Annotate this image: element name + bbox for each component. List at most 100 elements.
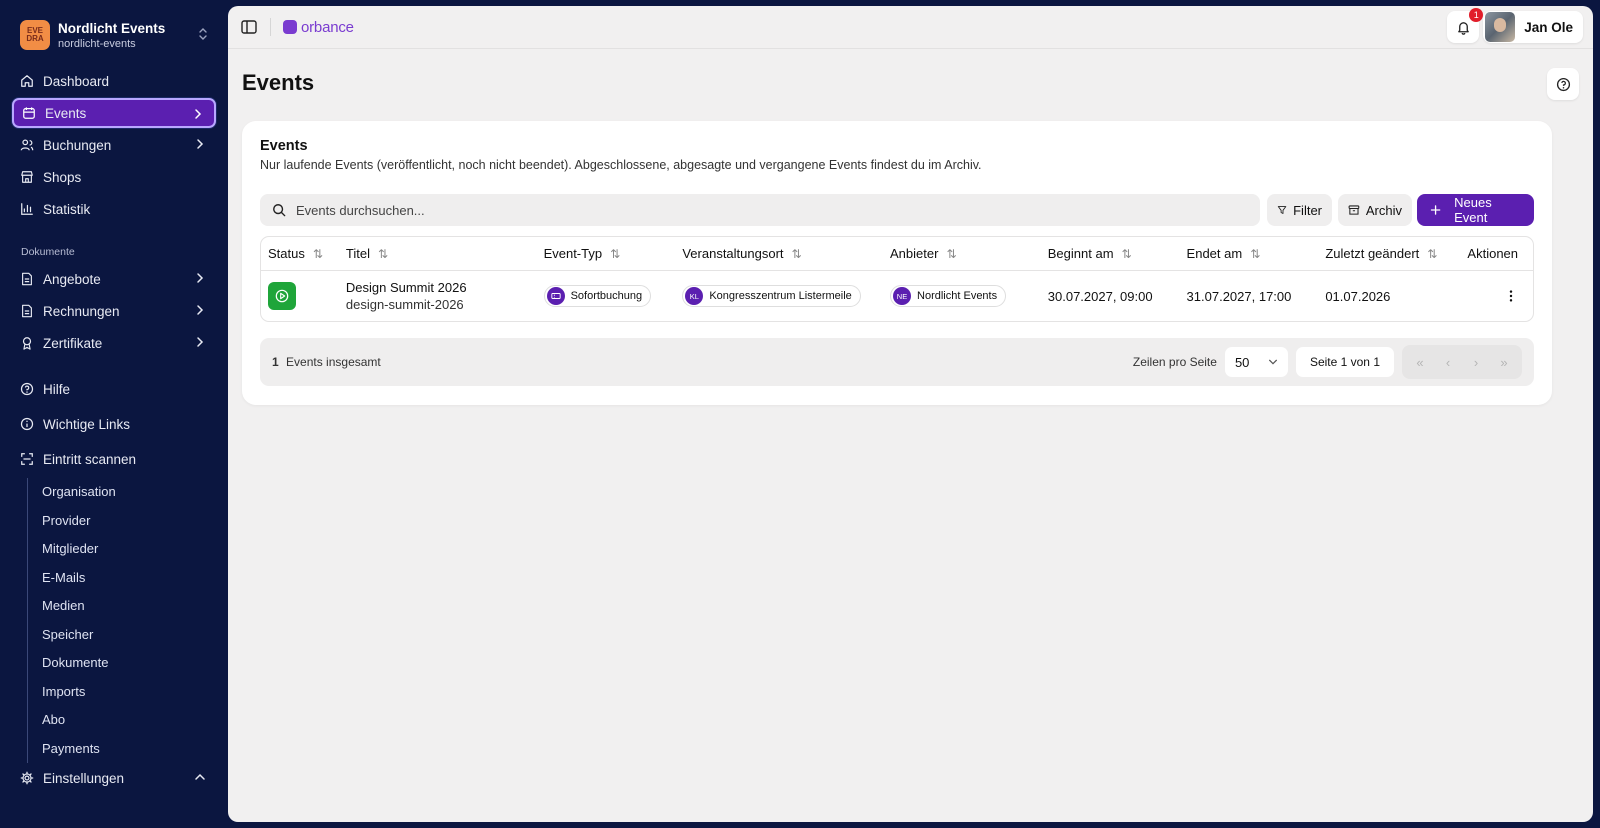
table-row[interactable]: Design Summit 2026 design-summit-2026 So…	[261, 271, 1533, 321]
subnav-item-emails[interactable]: E-Mails	[42, 564, 216, 593]
sort-icon: ⇅	[946, 246, 957, 261]
rows-per-page-value: 50	[1234, 354, 1250, 370]
plus-icon	[1430, 205, 1441, 215]
brand-mark-icon	[283, 20, 297, 34]
event-slug: design-summit-2026	[345, 297, 464, 312]
sidebar-item-statistik[interactable]: Statistik	[12, 194, 216, 224]
store-icon	[20, 170, 34, 184]
sidebar-item-zertifikate[interactable]: Zertifikate	[12, 328, 216, 358]
sidebar-item-einstellungen[interactable]: Einstellungen	[12, 763, 216, 793]
sidebar: EVE DRA Nordlicht Events nordlicht-events…	[0, 0, 228, 828]
sidebar-item-shops[interactable]: Shops	[12, 162, 216, 192]
column-header-provider[interactable]: Anbieter ⇅	[883, 246, 1041, 261]
event-title[interactable]: Design Summit 2026	[346, 280, 467, 295]
filter-label: Filter	[1293, 202, 1322, 218]
events-table: Status ⇅ Titel ⇅ Event-Typ ⇅ Veranstaltungs…	[260, 236, 1534, 322]
section-label-documents: Dokumente	[21, 246, 75, 258]
column-header-start[interactable]: Beginnt am ⇅	[1041, 246, 1180, 261]
notifications-button[interactable]: 1	[1447, 8, 1484, 43]
archive-button[interactable]: Archiv	[1338, 194, 1412, 226]
sidebar-item-events[interactable]: Events	[12, 98, 216, 128]
sidebar-item-eintritt-scannen[interactable]: Eintritt scannen	[12, 444, 216, 474]
provider-label: Nordlicht Events	[917, 290, 998, 302]
subnav-item-medien[interactable]: Medien	[42, 592, 216, 621]
sidebar-item-label: Dashboard	[43, 73, 110, 89]
subnav-item-mitglieder[interactable]: Mitglieder	[42, 535, 216, 564]
column-header-status[interactable]: Status ⇅	[261, 246, 339, 261]
table-header: Status ⇅ Titel ⇅ Event-Typ ⇅ Veranstaltungs…	[261, 237, 1533, 271]
chevron-right-icon	[197, 273, 204, 283]
column-header-end[interactable]: Endet am ⇅	[1180, 246, 1319, 261]
settings-subnav: Organisation Provider Mitglieder E-Mails…	[27, 478, 216, 763]
new-event-button[interactable]: Neues Event	[1417, 194, 1534, 226]
chevron-right-icon	[197, 305, 204, 315]
subnav-item-imports[interactable]: Imports	[42, 678, 216, 707]
play-icon	[275, 289, 289, 303]
pagination: « ‹ › »	[1402, 345, 1522, 379]
divider	[270, 18, 271, 36]
page-info: Seite 1 von 1	[1295, 347, 1394, 377]
last-page-icon[interactable]: »	[1494, 355, 1514, 370]
subnav-item-speicher[interactable]: Speicher	[42, 621, 216, 650]
prev-page-icon[interactable]: ‹	[1438, 355, 1458, 370]
org-slug: nordlicht-events	[58, 37, 136, 50]
sidebar-item-rechnungen[interactable]: Rechnungen	[12, 296, 216, 326]
help-button[interactable]	[1547, 68, 1579, 100]
user-menu[interactable]: Jan Ole	[1483, 11, 1583, 43]
card-title: Events	[260, 138, 308, 154]
more-vertical-icon[interactable]	[1504, 289, 1518, 303]
sidebar-item-angebote[interactable]: Angebote	[12, 264, 216, 294]
sidebar-item-wichtige-links[interactable]: Wichtige Links	[12, 409, 216, 439]
notification-badge: 1	[1469, 8, 1484, 22]
sort-icon: ⇅	[1121, 246, 1132, 261]
sort-icon: ⇅	[377, 246, 389, 261]
first-page-icon[interactable]: «	[1410, 355, 1430, 370]
avatar	[1485, 12, 1516, 42]
sort-icon: ⇅	[312, 246, 323, 261]
column-label: Status	[268, 246, 305, 261]
help-circle-icon	[20, 382, 34, 396]
gear-icon	[20, 771, 34, 785]
column-header-modified[interactable]: Zuletzt geändert ⇅	[1318, 246, 1460, 261]
venue-badge[interactable]: KL Kongresszentrum Listermeile	[682, 285, 861, 307]
chevron-right-icon	[197, 337, 204, 347]
archive-label: Archiv	[1365, 202, 1402, 218]
main-panel: orbance 1 Jan Ole Events Events Nur lauf…	[228, 6, 1593, 822]
filter-button[interactable]: Filter	[1267, 194, 1332, 226]
subnav-item-provider[interactable]: Provider	[42, 507, 216, 536]
sidebar-item-label: Events	[45, 105, 87, 121]
next-page-icon[interactable]: ›	[1466, 355, 1486, 370]
column-header-title[interactable]: Titel ⇅	[339, 246, 537, 261]
subnav-item-abo[interactable]: Abo	[42, 706, 216, 735]
column-header-venue[interactable]: Veranstaltungsort ⇅	[675, 246, 883, 261]
sidebar-item-label: Buchungen	[43, 137, 112, 153]
sidebar-item-label: Hilfe	[43, 381, 71, 397]
venue-label: Kongresszentrum Listermeile	[709, 290, 852, 302]
award-icon	[20, 336, 34, 350]
sidebar-toggle-icon[interactable]	[240, 18, 258, 36]
subnav-item-organisation[interactable]: Organisation	[42, 478, 216, 507]
modified-date: 01.07.2026	[1325, 288, 1391, 304]
subnav-item-payments[interactable]: Payments	[42, 735, 216, 764]
users-icon	[20, 138, 34, 152]
brand-logo[interactable]: orbance	[283, 19, 354, 36]
bell-icon	[1457, 21, 1469, 35]
event-type-badge: Sofortbuchung	[543, 285, 652, 307]
subnav-item-dokumente[interactable]: Dokumente	[42, 649, 216, 678]
org-switcher[interactable]: EVE DRA Nordlicht Events nordlicht-events	[20, 18, 216, 52]
column-label: Anbieter	[890, 246, 939, 261]
search-input[interactable]	[296, 202, 1196, 218]
sidebar-item-dashboard[interactable]: Dashboard	[12, 66, 216, 96]
status-running-button[interactable]	[268, 282, 296, 310]
provider-badge[interactable]: NE Nordlicht Events	[890, 285, 1007, 307]
search-icon	[273, 204, 286, 217]
org-name: Nordlicht Events	[58, 20, 166, 36]
sort-icon: ⇅	[791, 246, 802, 261]
sidebar-item-buchungen[interactable]: Buchungen	[12, 130, 216, 160]
chevron-right-icon	[197, 139, 204, 149]
sidebar-item-hilfe[interactable]: Hilfe	[12, 374, 216, 404]
rows-per-page-select[interactable]: 50	[1224, 347, 1288, 377]
sidebar-item-label: Statistik	[43, 201, 91, 217]
column-header-type[interactable]: Event-Typ ⇅	[537, 246, 676, 261]
topbar: orbance 1 Jan Ole	[228, 6, 1593, 49]
